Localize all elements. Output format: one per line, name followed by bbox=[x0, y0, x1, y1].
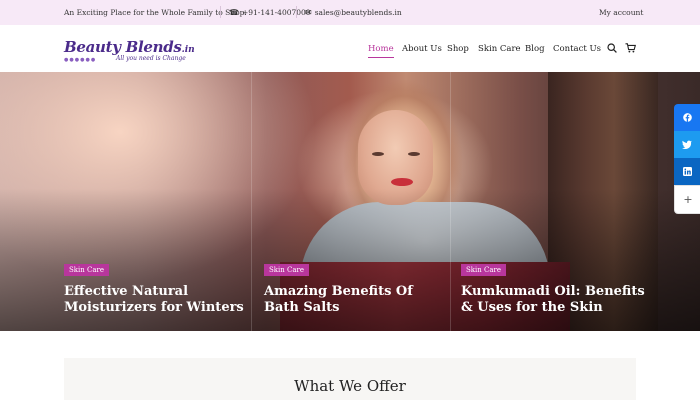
facebook-share-button[interactable] bbox=[674, 104, 700, 131]
cart-icon[interactable] bbox=[625, 43, 636, 53]
divider bbox=[296, 6, 297, 18]
nav-contact-us[interactable]: Contact Us bbox=[553, 44, 601, 54]
category-badge[interactable]: Skin Care bbox=[461, 264, 507, 276]
phone-number: +91-141-4007000 bbox=[241, 8, 311, 17]
plus-icon: + bbox=[683, 193, 693, 206]
nav-shop[interactable]: Shop bbox=[447, 44, 469, 54]
category-badge[interactable]: Skin Care bbox=[64, 264, 110, 276]
nav-about-us[interactable]: About Us bbox=[402, 44, 442, 54]
top-bar: An Exciting Place for the Whole Family t… bbox=[0, 0, 700, 25]
hero-divider bbox=[450, 72, 451, 331]
nav-blog[interactable]: Blog bbox=[525, 44, 545, 54]
envelope-icon: ✉ bbox=[305, 8, 312, 17]
twitter-icon bbox=[682, 140, 692, 149]
site-header: Beauty Blends.in ●●●●●● All you need is … bbox=[0, 25, 700, 72]
main-nav: Home About Us Shop Skin Care Blog Contac… bbox=[368, 44, 608, 58]
social-share-bar: + bbox=[674, 104, 700, 214]
nav-skin-care[interactable]: Skin Care bbox=[478, 44, 521, 54]
facebook-icon bbox=[682, 113, 692, 122]
logo-slogan: All you need is Change bbox=[116, 55, 186, 62]
twitter-share-button[interactable] bbox=[674, 131, 700, 158]
section-title: What We Offer bbox=[294, 377, 406, 395]
linkedin-share-button[interactable] bbox=[674, 158, 700, 185]
logo-brand: Beauty Blends bbox=[64, 38, 182, 56]
offer-section: What We Offer bbox=[64, 358, 636, 400]
search-icon[interactable] bbox=[607, 43, 617, 53]
logo-tld: .in bbox=[181, 45, 195, 55]
phone-icon: ☎ bbox=[229, 8, 239, 17]
post-title[interactable]: Amazing Benefits Of Bath Salts bbox=[264, 284, 439, 316]
email-address: sales@beautyblends.in bbox=[314, 8, 402, 17]
category-badge[interactable]: Skin Care bbox=[264, 264, 310, 276]
phone-link[interactable]: ☎ +91-141-4007000 bbox=[229, 8, 311, 17]
nav-home[interactable]: Home bbox=[368, 44, 394, 58]
post-title[interactable]: Kumkumadi Oil: Benefits & Uses for the S… bbox=[461, 284, 646, 316]
email-link[interactable]: ✉ sales@beautyblends.in bbox=[305, 8, 402, 17]
site-logo[interactable]: Beauty Blends.in ●●●●●● All you need is … bbox=[64, 37, 195, 63]
post-title[interactable]: Effective Natural Moisturizers for Winte… bbox=[64, 284, 254, 316]
my-account-link[interactable]: My account bbox=[599, 8, 643, 17]
more-share-button[interactable]: + bbox=[674, 185, 700, 214]
divider bbox=[220, 6, 221, 18]
logo-dots: ●●●●●● bbox=[64, 57, 97, 63]
linkedin-icon bbox=[682, 167, 692, 176]
